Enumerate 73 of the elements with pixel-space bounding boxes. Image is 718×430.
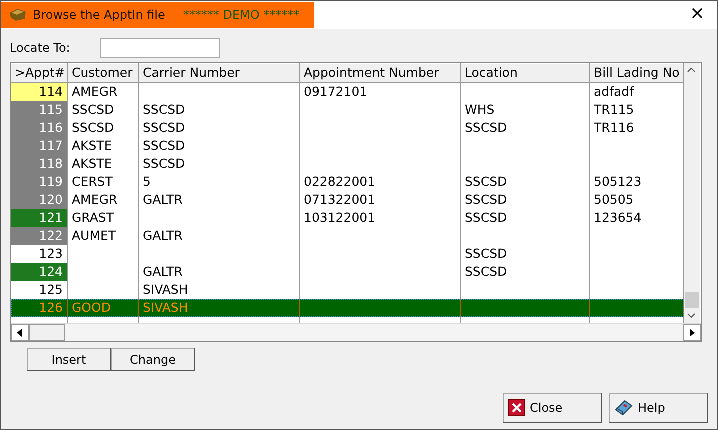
book-icon <box>614 399 634 417</box>
table-cell: SSCSD <box>139 155 300 173</box>
table-cell: SSCSD <box>68 101 139 119</box>
table-cell: SSCSD <box>68 119 139 137</box>
table-cell: 103122001 <box>300 209 461 227</box>
vertical-scrollbar[interactable] <box>684 63 700 323</box>
window-title: Browse the ApptIn file <box>33 8 166 22</box>
table-cell: 09172101 <box>300 83 461 101</box>
table-cell: AMEGR <box>68 83 139 101</box>
table-row[interactable]: 117 AKSTE SSCSD <box>11 137 684 155</box>
locate-field[interactable] <box>100 38 220 58</box>
table-cell: SSCSD <box>461 173 590 191</box>
table-cell: 117 <box>11 137 68 155</box>
table-cell: 120 <box>11 191 68 209</box>
table-row[interactable]: 119 CERST 5 022822001 SSCSD 505123 <box>11 173 684 191</box>
table-cell: GRAST <box>68 209 139 227</box>
table-cell: SSCSD <box>461 209 590 227</box>
table-row[interactable]: 116 SSCSD SSCSD SSCSD TR116 <box>11 119 684 137</box>
table-cell: 122 <box>11 227 68 245</box>
table-cell: GOOD <box>68 299 139 317</box>
column-header[interactable]: >Appt# <box>11 63 68 82</box>
table-cell: CERST <box>68 173 139 191</box>
close-button[interactable]: Close <box>503 393 602 423</box>
table-cell: AUMET <box>68 227 139 245</box>
table-row[interactable]: 123 SSCSD <box>11 245 684 263</box>
table-row[interactable]: 115 SSCSD SSCSD WHS TR115 <box>11 101 684 119</box>
table-cell: 119 <box>11 173 68 191</box>
table-cell: SSCSD <box>139 137 300 155</box>
table-cell: 124 <box>11 263 68 281</box>
close-button[interactable]: × <box>678 1 717 27</box>
action-button[interactable]: Change <box>111 348 195 371</box>
table-row[interactable]: 121 GRAST 103122001 SSCSD 123654 <box>11 209 684 227</box>
demo-label: ****** DEMO ****** <box>183 8 300 22</box>
table-cell: AKSTE <box>68 137 139 155</box>
table-cell: SSCSD <box>461 119 590 137</box>
table-cell: SSCSD <box>139 101 300 119</box>
table-cell: 114 <box>11 83 68 101</box>
box-icon <box>9 8 27 22</box>
table-cell: SSCSD <box>461 245 590 263</box>
horizontal-scrollbar[interactable] <box>11 323 701 341</box>
table-cell: AMEGR <box>68 191 139 209</box>
help-button[interactable]: Help <box>609 393 708 423</box>
table-cell: 118 <box>11 155 68 173</box>
table-cell: GALTR <box>139 263 300 281</box>
table-cell: 121 <box>11 209 68 227</box>
table-row[interactable]: 120 AMEGR GALTR 071322001 SSCSD 50505 <box>11 191 684 209</box>
table-cell: 116 <box>11 119 68 137</box>
table-row[interactable]: 124 GALTR SSCSD <box>11 263 684 281</box>
scroll-thumb[interactable] <box>685 292 699 308</box>
table-row[interactable]: 114 AMEGR 09172101 adfadf <box>11 83 684 101</box>
column-header[interactable]: Customer <box>68 63 139 82</box>
table-cell: GALTR <box>139 191 300 209</box>
table-cell: SSCSD <box>139 119 300 137</box>
table-cell: GALTR <box>139 227 300 245</box>
table-cell: SSCSD <box>461 191 590 209</box>
table-cell: 115 <box>11 101 68 119</box>
table-cell: 5 <box>139 173 300 191</box>
close-icon <box>508 399 526 417</box>
locate-label: Locate To: <box>10 41 70 55</box>
column-header[interactable]: Appointment Number <box>300 63 461 82</box>
table-cell: SIVASH <box>139 299 300 317</box>
scroll-thumb[interactable] <box>29 324 65 341</box>
column-header[interactable]: Location <box>461 63 590 82</box>
action-button[interactable]: Insert <box>27 348 111 371</box>
table-row[interactable]: 118 AKSTE SSCSD <box>11 155 684 173</box>
table-cell: 022822001 <box>300 173 461 191</box>
column-header[interactable]: Carrier Number <box>139 63 300 82</box>
table-row[interactable]: 122 AUMET GALTR <box>11 227 684 245</box>
table-cell: WHS <box>461 101 590 119</box>
table-cell: AKSTE <box>68 155 139 173</box>
table-cell: SSCSD <box>461 263 590 281</box>
table-cell: 126 <box>11 299 68 317</box>
table-cell: 071322001 <box>300 191 461 209</box>
